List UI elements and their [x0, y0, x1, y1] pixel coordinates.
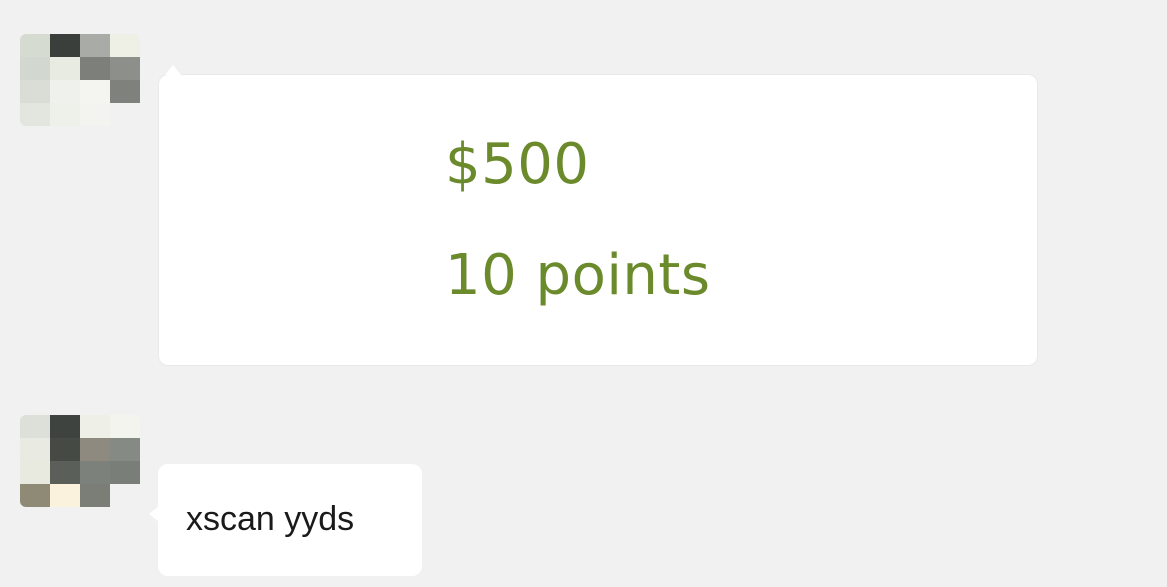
avatar-pixel [110, 438, 140, 461]
avatar-pixel [110, 57, 140, 80]
avatar-pixel [20, 103, 50, 126]
bubble-tail [149, 506, 159, 522]
bubble-tail [165, 65, 181, 75]
avatar-pixel [50, 415, 80, 438]
avatar-pixel [50, 438, 80, 461]
avatar-pixel [80, 438, 110, 461]
reward-points: 10 points [445, 243, 711, 308]
avatar-pixel [20, 80, 50, 103]
avatar-pixel [80, 103, 110, 126]
avatar-pixel [50, 461, 80, 484]
avatar-pixel [20, 438, 50, 461]
avatar-pixel [110, 461, 140, 484]
message-bubble-text[interactable]: xscan yyds [149, 464, 422, 576]
avatar-pixel [80, 461, 110, 484]
avatar-pixel [80, 484, 110, 507]
avatar-pixel [20, 57, 50, 80]
avatar-pixel [20, 484, 50, 507]
avatar-pixel [110, 80, 140, 103]
avatar-pixel [50, 103, 80, 126]
avatar[interactable] [20, 415, 140, 507]
avatar-pixel [80, 34, 110, 57]
message-bubble-card[interactable]: $500 10 points [158, 65, 1038, 366]
avatar-pixel [50, 80, 80, 103]
avatar-pixel [110, 484, 140, 507]
avatar[interactable] [20, 34, 140, 126]
avatar-pixel [20, 34, 50, 57]
avatar-pixel [20, 461, 50, 484]
avatar-pixel [50, 57, 80, 80]
avatar-pixel [50, 34, 80, 57]
avatar-pixel [110, 415, 140, 438]
avatar-pixel [110, 103, 140, 126]
avatar-pixel [20, 415, 50, 438]
message-text: xscan yyds [186, 500, 355, 538]
avatar-pixel [80, 415, 110, 438]
avatar-pixel [50, 484, 80, 507]
reward-amount: $500 [445, 132, 590, 197]
avatar-pixel [80, 80, 110, 103]
avatar-pixel [80, 57, 110, 80]
avatar-pixel [110, 34, 140, 57]
